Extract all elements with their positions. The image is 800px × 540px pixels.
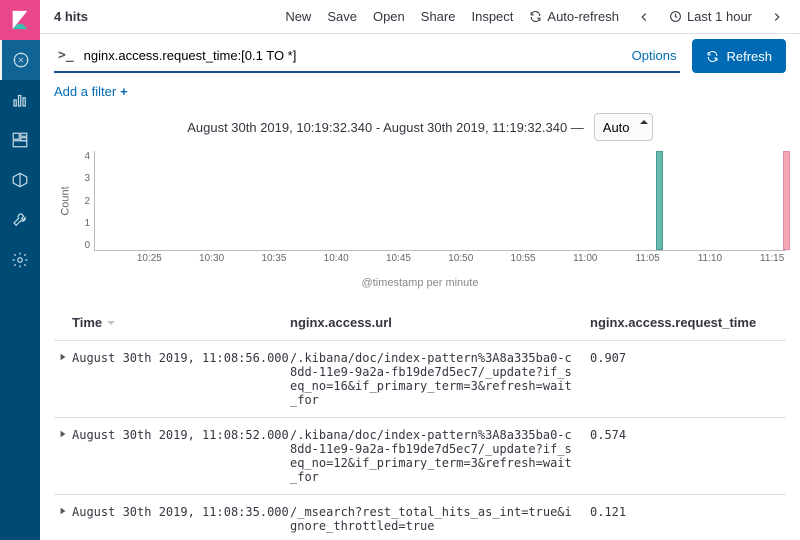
cell-request-time: 0.574 bbox=[590, 428, 786, 484]
x-ticks: 10:25 10:30 10:35 10:40 10:45 10:50 10:5… bbox=[94, 253, 786, 269]
refresh-icon bbox=[529, 10, 542, 23]
x-axis-label: @timestamp per minute bbox=[54, 277, 786, 289]
table-header: Time nginx.access.url nginx.access.reque… bbox=[54, 305, 786, 340]
cell-time: August 30th 2019, 11:08:35.000 bbox=[72, 505, 290, 533]
plus-icon: + bbox=[120, 84, 128, 99]
time-next-icon[interactable] bbox=[768, 8, 786, 26]
histogram-chart: Count 43210 10:25 10:30 10:35 10:40 10:4… bbox=[54, 151, 786, 271]
plot-area[interactable] bbox=[94, 151, 786, 251]
expand-toggle[interactable] bbox=[54, 351, 72, 407]
cell-time: August 30th 2019, 11:08:52.000 bbox=[72, 428, 290, 484]
console-icon: >_ bbox=[58, 48, 74, 63]
query-input[interactable] bbox=[84, 48, 622, 63]
nav-management[interactable] bbox=[0, 240, 40, 280]
sort-desc-icon bbox=[106, 318, 116, 328]
new-link[interactable]: New bbox=[285, 9, 311, 24]
histogram-bar bbox=[656, 151, 663, 250]
refresh-label: Refresh bbox=[726, 49, 772, 64]
auto-refresh-label: Auto-refresh bbox=[547, 9, 619, 24]
cell-url: /.kibana/doc/index-pattern%3A8a335ba0-c8… bbox=[290, 428, 590, 484]
cell-request-time: 0.907 bbox=[590, 351, 786, 407]
results-table: Time nginx.access.url nginx.access.reque… bbox=[54, 305, 786, 540]
inspect-link[interactable]: Inspect bbox=[471, 9, 513, 24]
main-panel: 4 hits New Save Open Share Inspect Auto-… bbox=[40, 0, 800, 540]
table-row: August 30th 2019, 11:08:52.000/.kibana/d… bbox=[54, 417, 786, 494]
top-bar: 4 hits New Save Open Share Inspect Auto-… bbox=[40, 0, 800, 34]
cell-time: August 30th 2019, 11:08:56.000 bbox=[72, 351, 290, 407]
query-bar: >_ Options Refresh bbox=[40, 34, 800, 78]
nav-devtools[interactable] bbox=[0, 200, 40, 240]
time-picker-label: Last 1 hour bbox=[687, 9, 752, 24]
table-row: August 30th 2019, 11:08:35.000/_msearch?… bbox=[54, 494, 786, 540]
time-picker[interactable]: Last 1 hour bbox=[669, 9, 752, 24]
clock-icon bbox=[669, 10, 682, 23]
col-request-time[interactable]: nginx.access.request_time bbox=[590, 315, 786, 330]
add-filter-link[interactable]: Add a filter + bbox=[54, 84, 128, 99]
expand-toggle[interactable] bbox=[54, 428, 72, 484]
y-ticks: 43210 bbox=[76, 151, 90, 251]
cell-request-time: 0.121 bbox=[590, 505, 786, 533]
share-link[interactable]: Share bbox=[421, 9, 456, 24]
col-time[interactable]: Time bbox=[72, 315, 290, 330]
cell-url: /_msearch?rest_total_hits_as_int=true&ig… bbox=[290, 505, 590, 533]
open-link[interactable]: Open bbox=[373, 9, 405, 24]
histogram-range: August 30th 2019, 10:19:32.340 - August … bbox=[187, 120, 584, 135]
col-url[interactable]: nginx.access.url bbox=[290, 315, 590, 330]
table-row: August 30th 2019, 11:08:56.000/.kibana/d… bbox=[54, 340, 786, 417]
expand-toggle[interactable] bbox=[54, 505, 72, 533]
side-navigation bbox=[0, 0, 40, 540]
y-axis-label: Count bbox=[60, 151, 72, 251]
top-actions: New Save Open Share Inspect Auto-refresh… bbox=[285, 8, 786, 26]
time-prev-icon[interactable] bbox=[635, 8, 653, 26]
histogram-header: August 30th 2019, 10:19:32.340 - August … bbox=[54, 113, 786, 141]
histogram-bar bbox=[783, 151, 790, 250]
filter-bar: Add a filter + bbox=[40, 78, 800, 109]
cell-url: /.kibana/doc/index-pattern%3A8a335ba0-c8… bbox=[290, 351, 590, 407]
refresh-icon bbox=[706, 50, 719, 63]
nav-discover[interactable] bbox=[0, 40, 40, 80]
kibana-logo[interactable] bbox=[0, 0, 40, 40]
query-box: >_ Options bbox=[54, 39, 680, 73]
content-scroll: August 30th 2019, 10:19:32.340 - August … bbox=[40, 109, 800, 540]
add-filter-label: Add a filter bbox=[54, 84, 116, 99]
nav-dashboard[interactable] bbox=[0, 120, 40, 160]
save-link[interactable]: Save bbox=[327, 9, 357, 24]
nav-canvas[interactable] bbox=[0, 160, 40, 200]
auto-refresh-toggle[interactable]: Auto-refresh bbox=[529, 9, 619, 24]
query-options-link[interactable]: Options bbox=[632, 48, 677, 63]
interval-select[interactable]: Auto bbox=[594, 113, 653, 141]
hit-count: 4 hits bbox=[54, 9, 88, 24]
nav-visualize[interactable] bbox=[0, 80, 40, 120]
refresh-button[interactable]: Refresh bbox=[692, 39, 786, 73]
